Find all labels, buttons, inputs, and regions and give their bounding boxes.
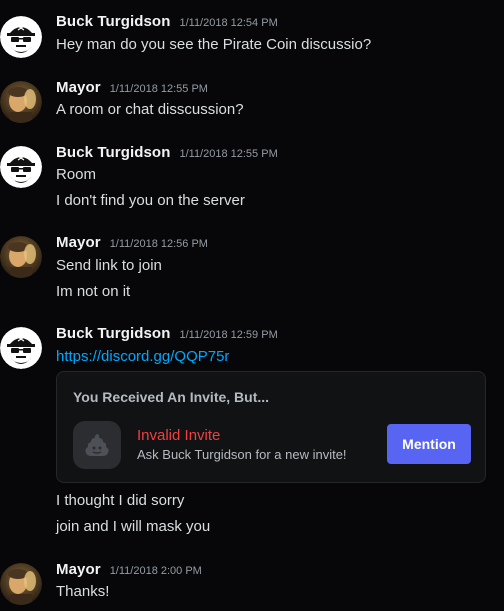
timestamp[interactable]: 1/11/2018 12:55 PM xyxy=(179,148,277,160)
message-text: join and I will mask you xyxy=(56,518,211,535)
message-text: Im not on it xyxy=(56,283,131,300)
timestamp[interactable]: 1/11/2018 12:56 PM xyxy=(110,238,208,250)
pirate-skull-avatar[interactable] xyxy=(0,16,42,58)
username[interactable]: Mayor xyxy=(56,79,101,96)
mention-button[interactable]: Mention xyxy=(387,424,471,464)
username[interactable]: Buck Turgidson xyxy=(56,13,170,30)
message-header: Mayor 1/11/2018 12:55 PM xyxy=(56,79,208,99)
message-text: Room xyxy=(56,166,97,183)
pirate-skull-avatar[interactable] xyxy=(0,327,42,369)
invite-card: You Received An Invite, But... Invalid I… xyxy=(56,371,486,483)
mayor-avatar[interactable] xyxy=(0,563,42,605)
invite-link[interactable]: https://discord.gg/QQP75r xyxy=(56,347,229,367)
timestamp[interactable]: 1/11/2018 12:55 PM xyxy=(110,83,208,95)
username[interactable]: Mayor xyxy=(56,234,101,251)
poop-icon xyxy=(85,434,109,456)
message-text: I don't find you on the server xyxy=(56,192,245,209)
invite-subtitle: Ask Buck Turgidson for a new invite! xyxy=(137,447,347,462)
chat-log: Buck Turgidson 1/11/2018 12:54 PM Hey ma… xyxy=(0,0,504,611)
message-text: I thought I did sorry xyxy=(56,492,185,509)
message-header: Mayor 1/11/2018 12:56 PM xyxy=(56,234,208,254)
invite-heading: You Received An Invite, But... xyxy=(73,389,270,405)
username[interactable]: Mayor xyxy=(56,561,101,578)
timestamp[interactable]: 1/11/2018 12:59 PM xyxy=(179,329,277,341)
message-header: Buck Turgidson 1/11/2018 12:59 PM xyxy=(56,325,278,345)
message-text: Send link to join xyxy=(56,257,162,274)
timestamp[interactable]: 1/11/2018 2:00 PM xyxy=(110,565,202,577)
message-text: Thanks! xyxy=(56,583,110,600)
message-header: Buck Turgidson 1/11/2018 12:54 PM xyxy=(56,13,278,33)
message-text: A room or chat disscussion? xyxy=(56,101,244,118)
mayor-avatar[interactable] xyxy=(0,236,42,278)
username[interactable]: Buck Turgidson xyxy=(56,144,170,161)
message-header: Buck Turgidson 1/11/2018 12:55 PM xyxy=(56,144,278,164)
message-text: Hey man do you see the Pirate Coin discu… xyxy=(56,36,372,53)
pirate-skull-avatar[interactable] xyxy=(0,146,42,188)
timestamp[interactable]: 1/11/2018 12:54 PM xyxy=(179,17,277,29)
invite-title: Invalid Invite xyxy=(137,427,221,444)
message-header: Mayor 1/11/2018 2:00 PM xyxy=(56,561,202,581)
username[interactable]: Buck Turgidson xyxy=(56,325,170,342)
mayor-avatar[interactable] xyxy=(0,81,42,123)
invite-server-icon xyxy=(73,421,121,469)
